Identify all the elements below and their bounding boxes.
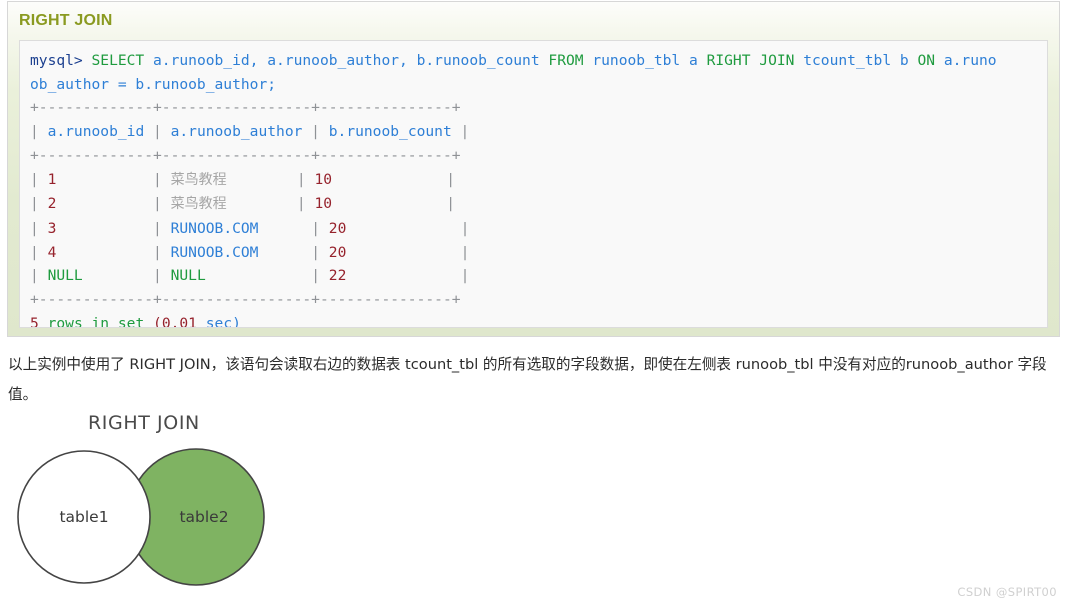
pipe-glyph: | <box>437 195 456 213</box>
table-row: | 2 | 菜鸟教程 | 10 | <box>30 195 455 212</box>
footer-rows-in-set: rows in set <box>38 314 154 328</box>
footer-unit: sec) <box>196 314 241 328</box>
table-rule-mid: +-------------+-----------------+-------… <box>30 146 461 164</box>
sql-keyword-on: ON <box>917 52 936 69</box>
sql-table-a: runoob_tbl a <box>583 52 707 69</box>
pipe-glyph: | <box>451 219 470 237</box>
pipe-glyph: | <box>302 219 329 237</box>
footer-row-count: 5 <box>30 314 39 328</box>
table-row: | 4 | RUNOOB.COM | 20 | <box>30 244 469 261</box>
table-rule-bottom: +-------------+-----------------+-------… <box>30 291 461 309</box>
pipe-glyph: | <box>144 123 171 141</box>
column-header-1: a.runoob_author <box>170 123 303 141</box>
pipe-glyph: | <box>144 219 171 237</box>
pipe-glyph: | <box>302 243 329 261</box>
pipe-glyph: | <box>144 195 171 213</box>
cell-runoob-author: 菜鸟教程 <box>170 196 227 213</box>
description-paragraph: 以上实例中使用了 RIGHT JOIN，该语句会读取右边的数据表 tcount_… <box>8 356 1047 403</box>
pipe-glyph: | <box>302 123 329 141</box>
pipe-glyph: | <box>288 195 315 213</box>
watermark: CSDN @SPIRT00 <box>957 585 1057 599</box>
pipe-glyph: | <box>30 123 48 141</box>
sql-console-output: mysql> SELECT a.runoob_id, a.runoob_auth… <box>30 49 1047 328</box>
cell-runoob-author: RUNOOB.COM <box>170 243 259 261</box>
column-header-0: a.runoob_id <box>47 123 145 141</box>
pipe-glyph: | <box>144 170 171 188</box>
sql-keyword-right-join: RIGHT JOIN <box>706 52 795 69</box>
pipe-glyph: | <box>451 267 470 285</box>
table-rule-top: +-------------+-----------------+-------… <box>30 99 461 117</box>
cell-runoob-count: 10 <box>314 195 333 213</box>
cell-runoob-count: 10 <box>314 170 333 188</box>
footer-elapsed: (0.01 <box>153 314 197 328</box>
table-row: | NULL | NULL | 22 | <box>30 267 469 284</box>
sql-on-clause-head: a.runo <box>935 52 997 69</box>
table-row: | 3 | RUNOOB.COM | 20 | <box>30 220 469 237</box>
sql-keyword-select: SELECT <box>82 52 145 69</box>
pipe-glyph: | <box>451 123 470 141</box>
cell-runoob-count: 22 <box>328 267 347 285</box>
pipe-glyph: | <box>144 267 171 285</box>
column-header-2: b.runoob_count <box>328 123 452 141</box>
venn-label-table2: table2 <box>179 508 228 526</box>
cell-runoob-author: 菜鸟教程 <box>170 171 227 188</box>
venn-diagram: table1 table2 <box>17 448 265 586</box>
example-panel: RIGHT JOIN mysql> SELECT a.runoob_id, a.… <box>7 1 1060 337</box>
sql-code-block: mysql> SELECT a.runoob_id, a.runoob_auth… <box>19 40 1048 328</box>
pipe-glyph: | <box>437 170 456 188</box>
pipe-glyph: | <box>30 267 48 285</box>
pipe-glyph: | <box>302 267 329 285</box>
page-title: RIGHT JOIN <box>19 12 113 29</box>
pipe-glyph: | <box>30 170 48 188</box>
mysql-prompt: mysql> <box>30 52 83 69</box>
venn-diagram-figure: RIGHT JOIN table1 table2 <box>0 412 300 597</box>
cell-runoob-author: NULL <box>170 267 206 285</box>
venn-label-table1: table1 <box>59 508 108 526</box>
venn-caption: RIGHT JOIN <box>88 412 200 434</box>
pipe-glyph: | <box>30 219 48 237</box>
pipe-glyph: | <box>451 243 470 261</box>
table-row: | 1 | 菜鸟教程 | 10 | <box>30 171 455 188</box>
pipe-glyph: | <box>288 170 315 188</box>
sql-select-columns: a.runoob_id, a.runoob_author, b.runoob_c… <box>144 52 549 69</box>
pipe-glyph: | <box>144 243 171 261</box>
sql-table-b: tcount_tbl b <box>794 52 918 69</box>
cell-runoob-author: RUNOOB.COM <box>170 219 259 237</box>
pipe-glyph: | <box>30 243 48 261</box>
cell-runoob-id: NULL <box>47 267 83 285</box>
cell-runoob-count: 20 <box>328 243 347 261</box>
result-rows: | 1 | 菜鸟教程 | 10 | | 2 | 菜鸟教程 | 10 | | 3 … <box>30 171 469 285</box>
cell-runoob-count: 20 <box>328 219 347 237</box>
sql-keyword-from: FROM <box>548 52 584 69</box>
sql-on-clause-tail: ob_author = b.runoob_author; <box>30 75 277 93</box>
pipe-glyph: | <box>30 195 48 213</box>
